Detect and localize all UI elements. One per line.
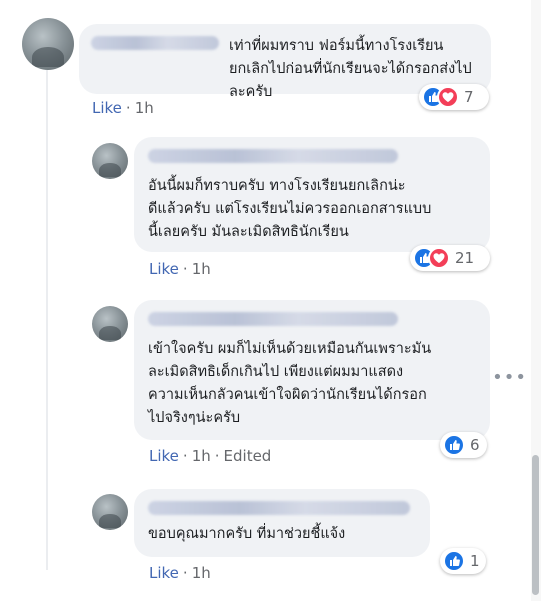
comment-bubble: เข้าใจครับ ผมก็ไม่เห็นด้วยเหมือนกันเพราะ… bbox=[134, 300, 490, 440]
timestamp[interactable]: 1h bbox=[135, 99, 154, 117]
comment-text: เข้าใจครับ ผมก็ไม่เห็นด้วยเหมือนกันเพราะ… bbox=[148, 341, 432, 426]
scrollbar-thumb[interactable] bbox=[532, 455, 539, 595]
author-name-blurred[interactable] bbox=[148, 312, 398, 326]
timestamp[interactable]: 1h bbox=[192, 447, 211, 465]
timestamp[interactable]: 1h bbox=[192, 564, 211, 582]
timestamp[interactable]: 1h bbox=[192, 260, 211, 278]
avatar[interactable] bbox=[92, 494, 128, 530]
reaction-summary[interactable]: 21 bbox=[410, 245, 490, 271]
reaction-count: 7 bbox=[464, 88, 474, 106]
edited-label[interactable]: Edited bbox=[224, 447, 272, 465]
author-name-blurred[interactable] bbox=[91, 36, 219, 50]
more-options-icon[interactable]: ••• bbox=[492, 367, 527, 388]
comment-text: อันนี้ผมก็ทราบครับ ทางโรงเรียนยกเลิกน่ะ … bbox=[148, 178, 432, 240]
avatar[interactable] bbox=[92, 143, 128, 179]
comment-bubble: ขอบคุณมากครับ ที่มาช่วยชี้แจ้ง bbox=[134, 489, 430, 557]
comment-actions: Like · 1h bbox=[149, 564, 211, 582]
comment-actions: Like · 1h bbox=[149, 260, 211, 278]
like-link[interactable]: Like bbox=[149, 260, 179, 278]
like-link[interactable]: Like bbox=[92, 99, 122, 117]
like-reaction-icon bbox=[443, 550, 465, 572]
like-reaction-icon bbox=[443, 434, 465, 456]
like-link[interactable]: Like bbox=[149, 447, 179, 465]
like-link[interactable]: Like bbox=[149, 564, 179, 582]
comment-text: ขอบคุณมากครับ ที่มาช่วยชี้แจ้ง bbox=[148, 526, 346, 542]
thread-line bbox=[46, 70, 48, 570]
comment-bubble: อันนี้ผมก็ทราบครับ ทางโรงเรียนยกเลิกน่ะ … bbox=[134, 137, 490, 252]
reaction-summary[interactable]: 6 bbox=[440, 432, 487, 458]
reaction-count: 1 bbox=[470, 552, 480, 570]
avatar[interactable] bbox=[92, 306, 128, 342]
love-reaction-icon bbox=[437, 86, 459, 108]
avatar[interactable] bbox=[22, 18, 74, 70]
reaction-count: 6 bbox=[470, 436, 480, 454]
comment-actions: Like · 1h bbox=[92, 99, 154, 117]
author-name-blurred[interactable] bbox=[148, 149, 398, 163]
love-reaction-icon bbox=[428, 247, 450, 269]
reaction-summary[interactable]: 7 bbox=[419, 84, 489, 110]
reaction-summary[interactable]: 1 bbox=[440, 548, 486, 574]
author-name-blurred[interactable] bbox=[148, 501, 410, 515]
reaction-count: 21 bbox=[455, 249, 475, 267]
comment-actions: Like · 1h · Edited bbox=[149, 447, 272, 465]
